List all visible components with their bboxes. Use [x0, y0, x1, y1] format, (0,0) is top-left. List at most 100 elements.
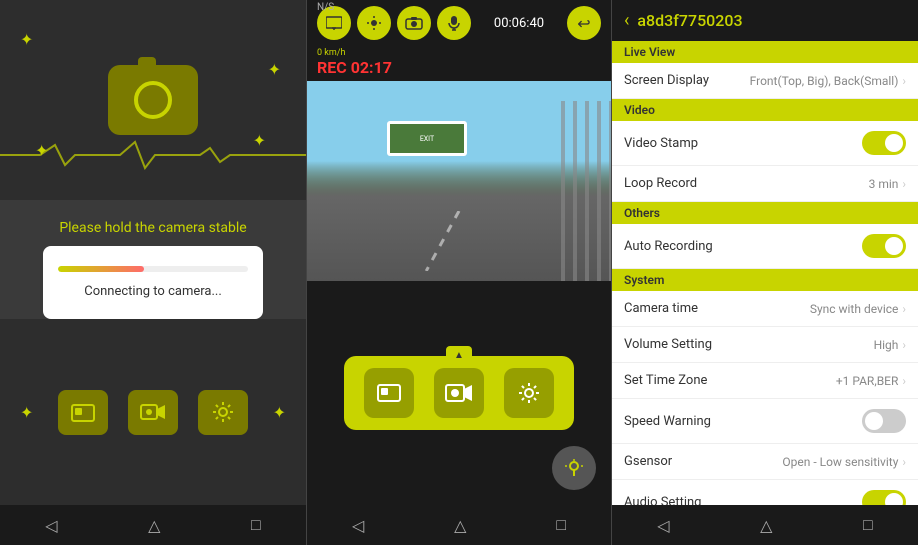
- volume-label: Volume Setting: [624, 337, 712, 352]
- location-button[interactable]: [552, 446, 596, 490]
- chevron-icon: ›: [902, 338, 906, 352]
- home-nav-button-2[interactable]: △: [454, 516, 466, 535]
- gallery-control-btn[interactable]: [364, 368, 414, 418]
- setting-volume[interactable]: Volume Setting High ›: [612, 327, 918, 363]
- progress-container: Connecting to camera...: [43, 246, 263, 319]
- chevron-icon: ›: [902, 177, 906, 191]
- settings-button[interactable]: [198, 390, 248, 435]
- camera-time-value: Sync with device ›: [810, 302, 906, 316]
- panel3-header: ‹ a8d3f7750203: [612, 0, 918, 41]
- video-stamp-toggle[interactable]: [862, 131, 906, 155]
- sparkle-icon: ✦: [20, 30, 33, 49]
- sparkle-icon: ✦: [273, 403, 286, 422]
- setting-video-stamp[interactable]: Video Stamp: [612, 121, 918, 166]
- video-icon: [140, 402, 166, 422]
- progress-bar-fill: [58, 266, 144, 272]
- expand-button[interactable]: ▲: [446, 346, 472, 364]
- chevron-icon: ›: [902, 74, 906, 88]
- chevron-icon: ›: [902, 455, 906, 469]
- camera-time-label: Camera time: [624, 301, 698, 316]
- back-nav-button[interactable]: ◁: [45, 516, 57, 535]
- recent-nav-button-2[interactable]: □: [556, 515, 566, 535]
- navigation-bar-2: ◁ △ □: [307, 505, 611, 545]
- gsensor-value: Open - Low sensitivity ›: [782, 455, 906, 469]
- back-nav-button-3[interactable]: ◁: [657, 516, 669, 535]
- recent-nav-button-3[interactable]: □: [863, 515, 873, 535]
- connecting-text: Connecting to camera...: [58, 284, 248, 299]
- audio-label: Audio Setting: [624, 495, 701, 506]
- location-icon: [564, 458, 584, 478]
- highway-sign: EXIT: [387, 121, 467, 156]
- record-icon: [445, 382, 473, 404]
- setting-gsensor[interactable]: Gsensor Open - Low sensitivity ›: [612, 444, 918, 480]
- auto-recording-toggle[interactable]: [862, 234, 906, 258]
- sun-icon: [366, 15, 382, 31]
- setting-loop-record[interactable]: Loop Record 3 min ›: [612, 166, 918, 202]
- panel-settings: ‹ a8d3f7750203 Live View Screen Display …: [612, 0, 918, 545]
- setting-timezone[interactable]: Set Time Zone +1 PAR,BER ›: [612, 363, 918, 399]
- sparkle-icon: ✦: [20, 403, 33, 422]
- screen-display-value: Front(Top, Big), Back(Small) ›: [750, 74, 906, 88]
- timezone-value: +1 PAR,BER ›: [836, 374, 906, 388]
- microphone-icon: [448, 15, 460, 31]
- rec-bar: 0 km/h REC 02:17: [307, 46, 611, 81]
- volume-value: High ›: [874, 338, 906, 352]
- camera-feed: EXIT: [307, 81, 611, 281]
- camera-preview-area: ✦ ✦ ✦ ✦: [0, 0, 306, 200]
- video-button[interactable]: [128, 390, 178, 435]
- gallery-button[interactable]: [58, 390, 108, 435]
- home-nav-button-3[interactable]: △: [760, 516, 772, 535]
- hold-camera-message: Please hold the camera stable: [59, 220, 246, 236]
- auto-recording-label: Auto Recording: [624, 239, 713, 254]
- setting-camera-time[interactable]: Camera time Sync with device ›: [612, 291, 918, 327]
- device-id-title: a8d3f7750203: [637, 11, 742, 30]
- setting-auto-recording[interactable]: Auto Recording: [612, 224, 918, 269]
- navigation-bar-3: ◁ △ □: [612, 505, 918, 545]
- panel1-bottom-icons: ✦ ✦: [0, 319, 306, 505]
- panel-connecting: ✦ ✦ ✦ ✦ Please hold the camera stable Co…: [0, 0, 306, 545]
- gallery-icon: [71, 402, 95, 422]
- speed-warning-toggle[interactable]: [862, 409, 906, 433]
- setting-audio[interactable]: Audio Setting: [612, 480, 918, 505]
- setting-screen-display[interactable]: Screen Display Front(Top, Big), Back(Sma…: [612, 63, 918, 99]
- gear-icon: [211, 400, 235, 424]
- chevron-icon: ›: [902, 302, 906, 316]
- record-control-btn[interactable]: [434, 368, 484, 418]
- recording-time-display: 00:06:40: [494, 16, 544, 31]
- sparkle-icon: ✦: [253, 131, 266, 150]
- camera-switch-btn[interactable]: [397, 6, 431, 40]
- timezone-label: Set Time Zone: [624, 373, 707, 388]
- panel2-header: 00:06:40 ↩: [307, 0, 611, 46]
- settings-control-btn[interactable]: [504, 368, 554, 418]
- section-others: Others: [612, 202, 918, 224]
- bottom-controls-bar: [344, 356, 574, 430]
- gsensor-label: Gsensor: [624, 454, 672, 469]
- recent-nav-button[interactable]: □: [251, 515, 261, 535]
- settings-back-button[interactable]: ‹: [624, 10, 629, 31]
- sparkle-icon: ✦: [35, 141, 48, 160]
- loop-record-value: 3 min ›: [869, 177, 906, 191]
- panel2-back-button[interactable]: ↩: [567, 6, 601, 40]
- video-stamp-label: Video Stamp: [624, 136, 698, 151]
- speed-warning-label: Speed Warning: [624, 414, 711, 429]
- section-system: System: [612, 269, 918, 291]
- setting-speed-warning[interactable]: Speed Warning: [612, 399, 918, 444]
- progress-bar-background: [58, 266, 248, 272]
- rec-time-display: REC 02:17: [317, 58, 601, 77]
- section-video: Video: [612, 99, 918, 121]
- settings-content: Live View Screen Display Front(Top, Big)…: [612, 41, 918, 505]
- home-nav-button[interactable]: △: [148, 516, 160, 535]
- section-live-view: Live View: [612, 41, 918, 63]
- camera-icon-large: [108, 65, 198, 135]
- back-nav-button-2[interactable]: ◁: [352, 516, 364, 535]
- loop-record-label: Loop Record: [624, 176, 697, 191]
- sparkle-icon: ✦: [268, 60, 281, 79]
- microphone-btn[interactable]: [437, 6, 471, 40]
- header-icon-group: [317, 6, 471, 40]
- gear-control-icon: [517, 381, 541, 405]
- audio-setting-toggle[interactable]: [862, 490, 906, 505]
- chevron-icon: ›: [902, 374, 906, 388]
- brightness-icon-btn[interactable]: [357, 6, 391, 40]
- camera-flip-icon: [405, 16, 423, 30]
- gallery-control-icon: [377, 382, 401, 404]
